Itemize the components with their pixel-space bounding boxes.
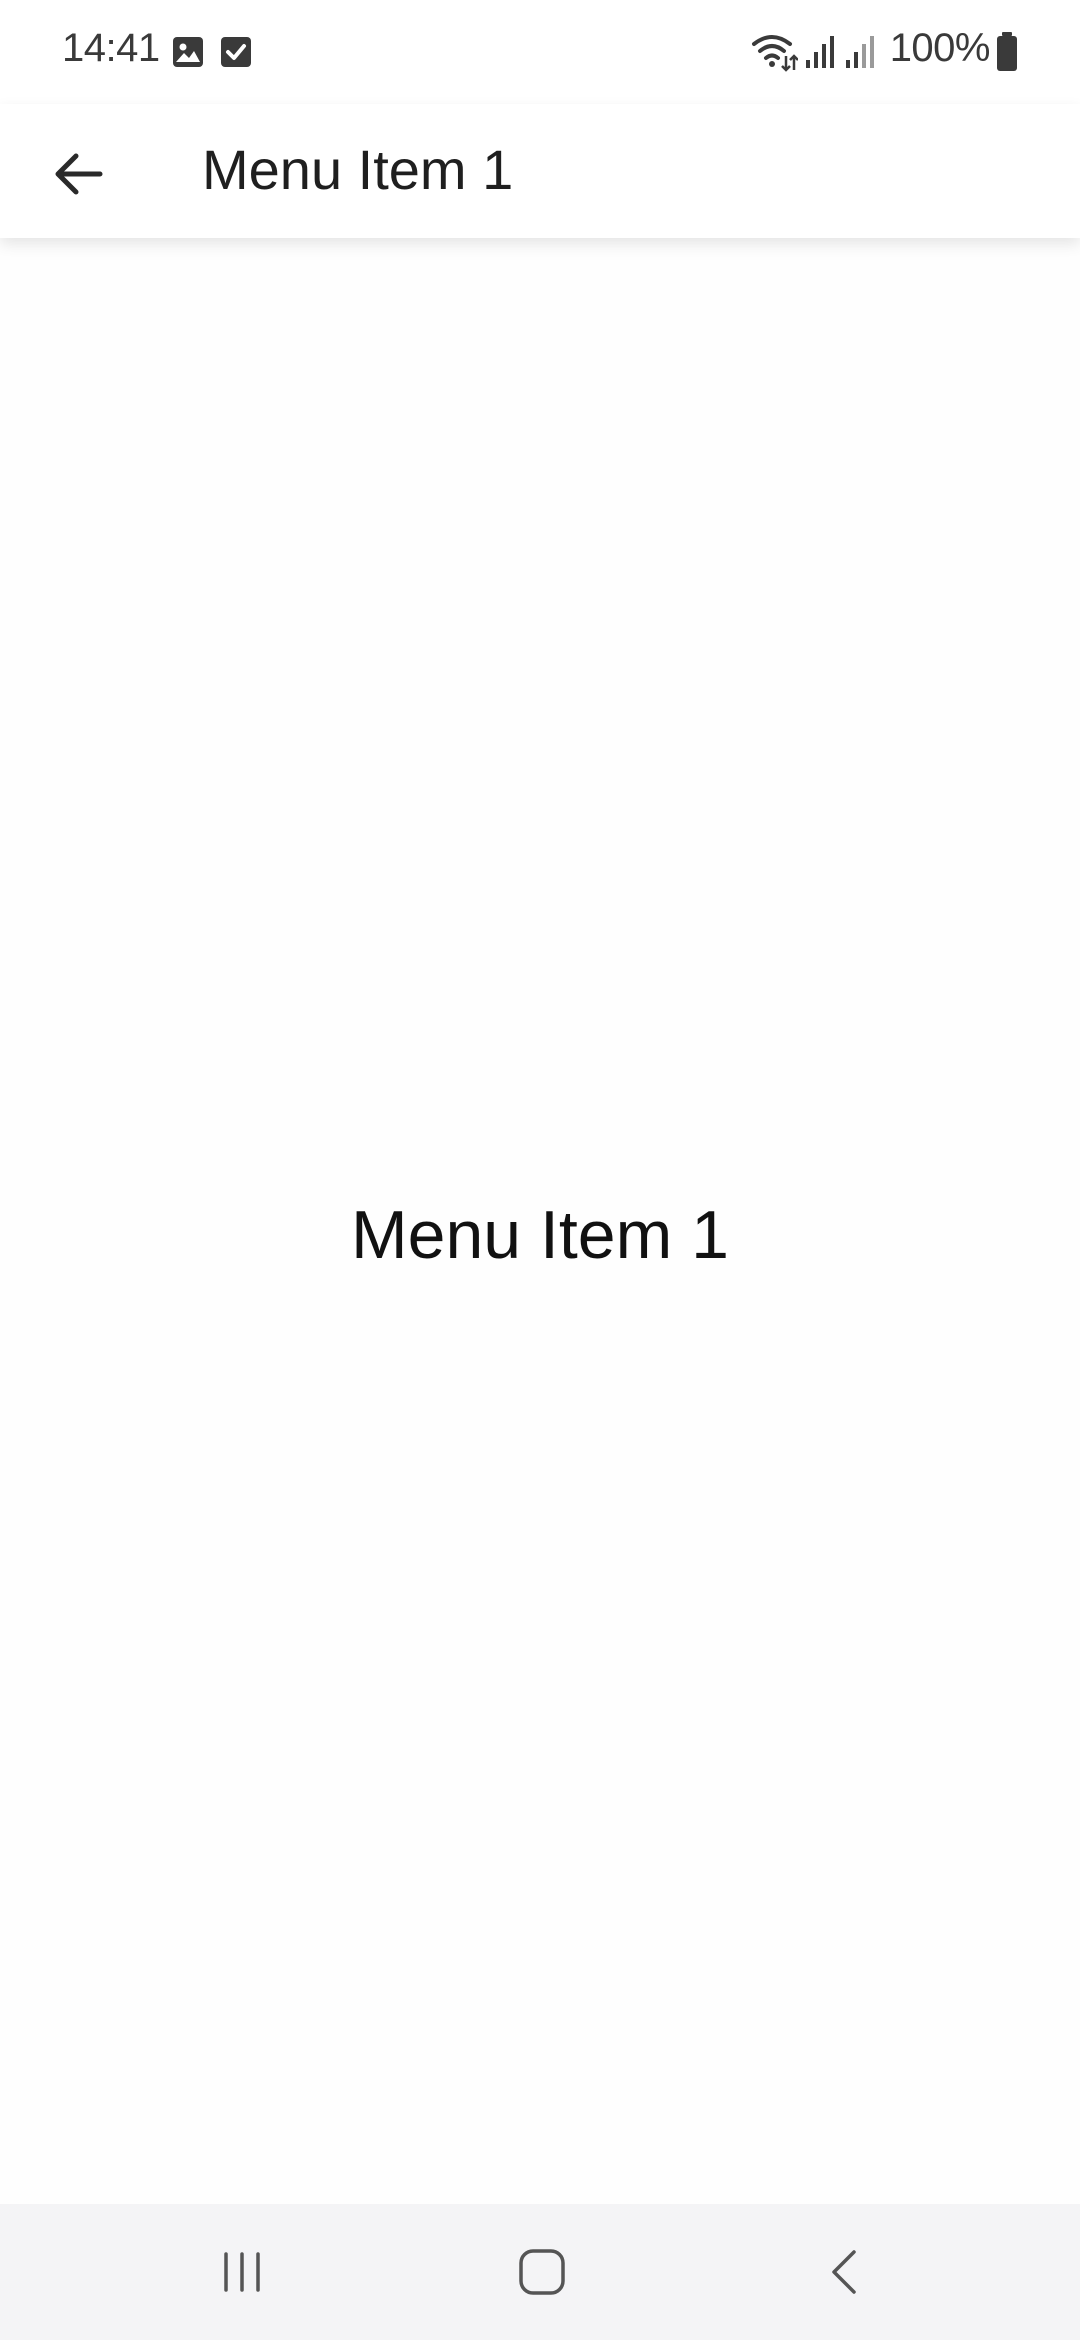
wifi-icon (752, 35, 798, 72)
gallery-icon (173, 37, 203, 67)
content-text: Menu Item 1 (351, 1197, 729, 1273)
recent-apps-button[interactable] (182, 2232, 302, 2312)
screen: 14:41 100% Menu Item 1 Menu Item 1 (0, 0, 1080, 2340)
signal-icon (806, 36, 834, 68)
back-button[interactable] (28, 124, 128, 224)
home-button[interactable] (482, 2232, 602, 2312)
nav-back-button[interactable] (786, 2232, 906, 2312)
signal-icon-2 (846, 36, 874, 68)
status-time: 14:41 (62, 26, 160, 70)
main-content: Menu Item 1 (0, 238, 1080, 2202)
nav-back-icon (832, 2250, 856, 2294)
status-bar: 14:41 100% (0, 0, 1080, 104)
home-icon (519, 2249, 565, 2295)
battery-icon (997, 32, 1017, 71)
page-title: Menu Item 1 (202, 138, 514, 201)
recent-apps-icon (224, 2252, 260, 2292)
checkbox-icon (221, 37, 251, 67)
app-bar: Menu Item 1 (0, 104, 1080, 238)
battery-percent: 100% (889, 26, 991, 70)
arrow-back-icon (55, 153, 103, 195)
navigation-bar (0, 2204, 1080, 2340)
